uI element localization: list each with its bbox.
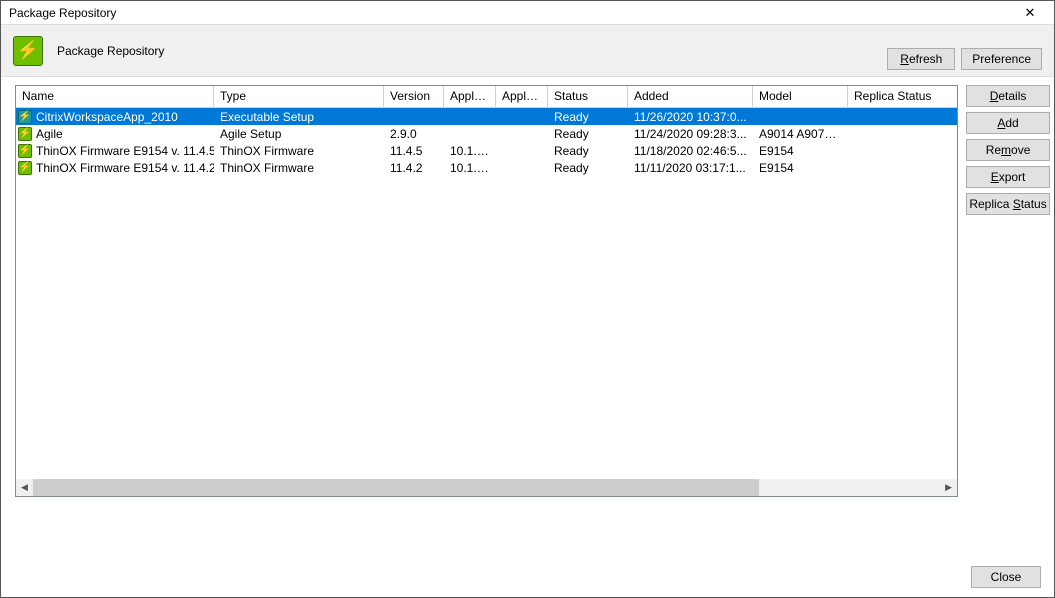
cell: ⚡ Agile bbox=[16, 126, 214, 142]
column-version[interactable]: Version bbox=[384, 86, 444, 107]
cell: 11/11/2020 03:17:1... bbox=[628, 160, 753, 176]
scroll-thumb[interactable] bbox=[33, 479, 759, 496]
cell bbox=[496, 167, 548, 169]
column-apply-to-2[interactable]: Apply t... bbox=[496, 86, 548, 107]
cell-text: ThinOX Firmware E9154 v. 11.4.2 bbox=[36, 161, 214, 175]
window-title: Package Repository bbox=[9, 6, 116, 20]
package-icon: ⚡ bbox=[18, 144, 32, 158]
page-title: Package Repository bbox=[57, 44, 164, 58]
cell: 10.1.12 bbox=[444, 143, 496, 159]
table-body: ⚡ CitrixWorkspaceApp_2010 Executable Setup… bbox=[16, 108, 957, 176]
cell: Ready bbox=[548, 160, 628, 176]
package-icon: ⚡ bbox=[18, 161, 32, 175]
cell: 11/26/2020 10:37:0... bbox=[628, 109, 753, 125]
cell: 11/24/2020 09:28:3... bbox=[628, 126, 753, 142]
scroll-left-arrow-icon[interactable]: ◀ bbox=[16, 479, 33, 496]
cell bbox=[444, 116, 496, 118]
column-apply-to-1[interactable]: Apply t... bbox=[444, 86, 496, 107]
refresh-button[interactable]: Refresh bbox=[887, 48, 955, 70]
cell-text: Agile bbox=[36, 127, 63, 141]
cell: ⚡ CitrixWorkspaceApp_2010 bbox=[16, 109, 214, 125]
side-button-panel: Details Add Remove Export Replica Status bbox=[966, 85, 1050, 497]
column-status[interactable]: Status bbox=[548, 86, 628, 107]
footer: Close bbox=[971, 566, 1041, 588]
cell: ThinOX Firmware bbox=[214, 143, 384, 159]
package-table[interactable]: Name Type Version Apply t... Apply t... … bbox=[15, 85, 958, 497]
cell bbox=[848, 150, 957, 152]
refresh-label-rest: efresh bbox=[909, 52, 942, 66]
cell bbox=[848, 167, 957, 169]
package-icon: ⚡ bbox=[18, 110, 32, 124]
cell: Ready bbox=[548, 143, 628, 159]
cell bbox=[496, 116, 548, 118]
package-icon: ⚡ bbox=[18, 127, 32, 141]
cell: E9154 bbox=[753, 160, 848, 176]
table-row[interactable]: ⚡ CitrixWorkspaceApp_2010 Executable Setup… bbox=[16, 108, 957, 125]
cell bbox=[444, 133, 496, 135]
column-type[interactable]: Type bbox=[214, 86, 384, 107]
header: ⚡ Package Repository Refresh Preference bbox=[1, 25, 1054, 77]
cell: ⚡ ThinOX Firmware E9154 v. 11.4.5 bbox=[16, 143, 214, 159]
cell: E9154 bbox=[753, 143, 848, 159]
cell bbox=[848, 116, 957, 118]
table-row[interactable]: ⚡ ThinOX Firmware E9154 v. 11.4.5ThinOX F… bbox=[16, 142, 957, 159]
horizontal-scrollbar[interactable]: ◀ ▶ bbox=[16, 479, 957, 496]
add-button[interactable]: Add bbox=[966, 112, 1050, 134]
scroll-track[interactable] bbox=[33, 479, 940, 496]
close-button[interactable]: Close bbox=[971, 566, 1041, 588]
cell bbox=[496, 133, 548, 135]
replica-status-button[interactable]: Replica Status bbox=[966, 193, 1050, 215]
table-row[interactable]: ⚡ ThinOX Firmware E9154 v. 11.4.2ThinOX F… bbox=[16, 159, 957, 176]
cell: Ready bbox=[548, 126, 628, 142]
cell: Ready bbox=[548, 109, 628, 125]
cell-text: ThinOX Firmware E9154 v. 11.4.5 bbox=[36, 144, 214, 158]
cell: Executable Setup bbox=[214, 109, 384, 125]
cell bbox=[496, 150, 548, 152]
cell-text: CitrixWorkspaceApp_2010 bbox=[36, 110, 178, 124]
column-added[interactable]: Added bbox=[628, 86, 753, 107]
cell: 11.4.5 bbox=[384, 143, 444, 159]
close-icon[interactable]: ✕ bbox=[1010, 2, 1050, 24]
lightning-icon: ⚡ bbox=[13, 36, 43, 66]
cell: Agile Setup bbox=[214, 126, 384, 142]
column-replica-status[interactable]: Replica Status bbox=[848, 86, 957, 107]
cell: 11/18/2020 02:46:5... bbox=[628, 143, 753, 159]
cell bbox=[848, 133, 957, 135]
cell: 11.4.2 bbox=[384, 160, 444, 176]
cell bbox=[384, 116, 444, 118]
cell: ThinOX Firmware bbox=[214, 160, 384, 176]
export-button[interactable]: Export bbox=[966, 166, 1050, 188]
table-header: Name Type Version Apply t... Apply t... … bbox=[16, 86, 957, 108]
cell: A9014 A9074 A... bbox=[753, 126, 848, 142]
cell: 10.1.12 bbox=[444, 160, 496, 176]
details-button[interactable]: Details bbox=[966, 85, 1050, 107]
column-model[interactable]: Model bbox=[753, 86, 848, 107]
cell: ⚡ ThinOX Firmware E9154 v. 11.4.2 bbox=[16, 160, 214, 176]
preference-button[interactable]: Preference bbox=[961, 48, 1042, 70]
cell bbox=[753, 116, 848, 118]
remove-button[interactable]: Remove bbox=[966, 139, 1050, 161]
column-name[interactable]: Name bbox=[16, 86, 214, 107]
scroll-right-arrow-icon[interactable]: ▶ bbox=[940, 479, 957, 496]
table-row[interactable]: ⚡ Agile Agile Setup2.9.0 Ready11/24/2020 09… bbox=[16, 125, 957, 142]
cell: 2.9.0 bbox=[384, 126, 444, 142]
titlebar: Package Repository ✕ bbox=[1, 1, 1054, 25]
